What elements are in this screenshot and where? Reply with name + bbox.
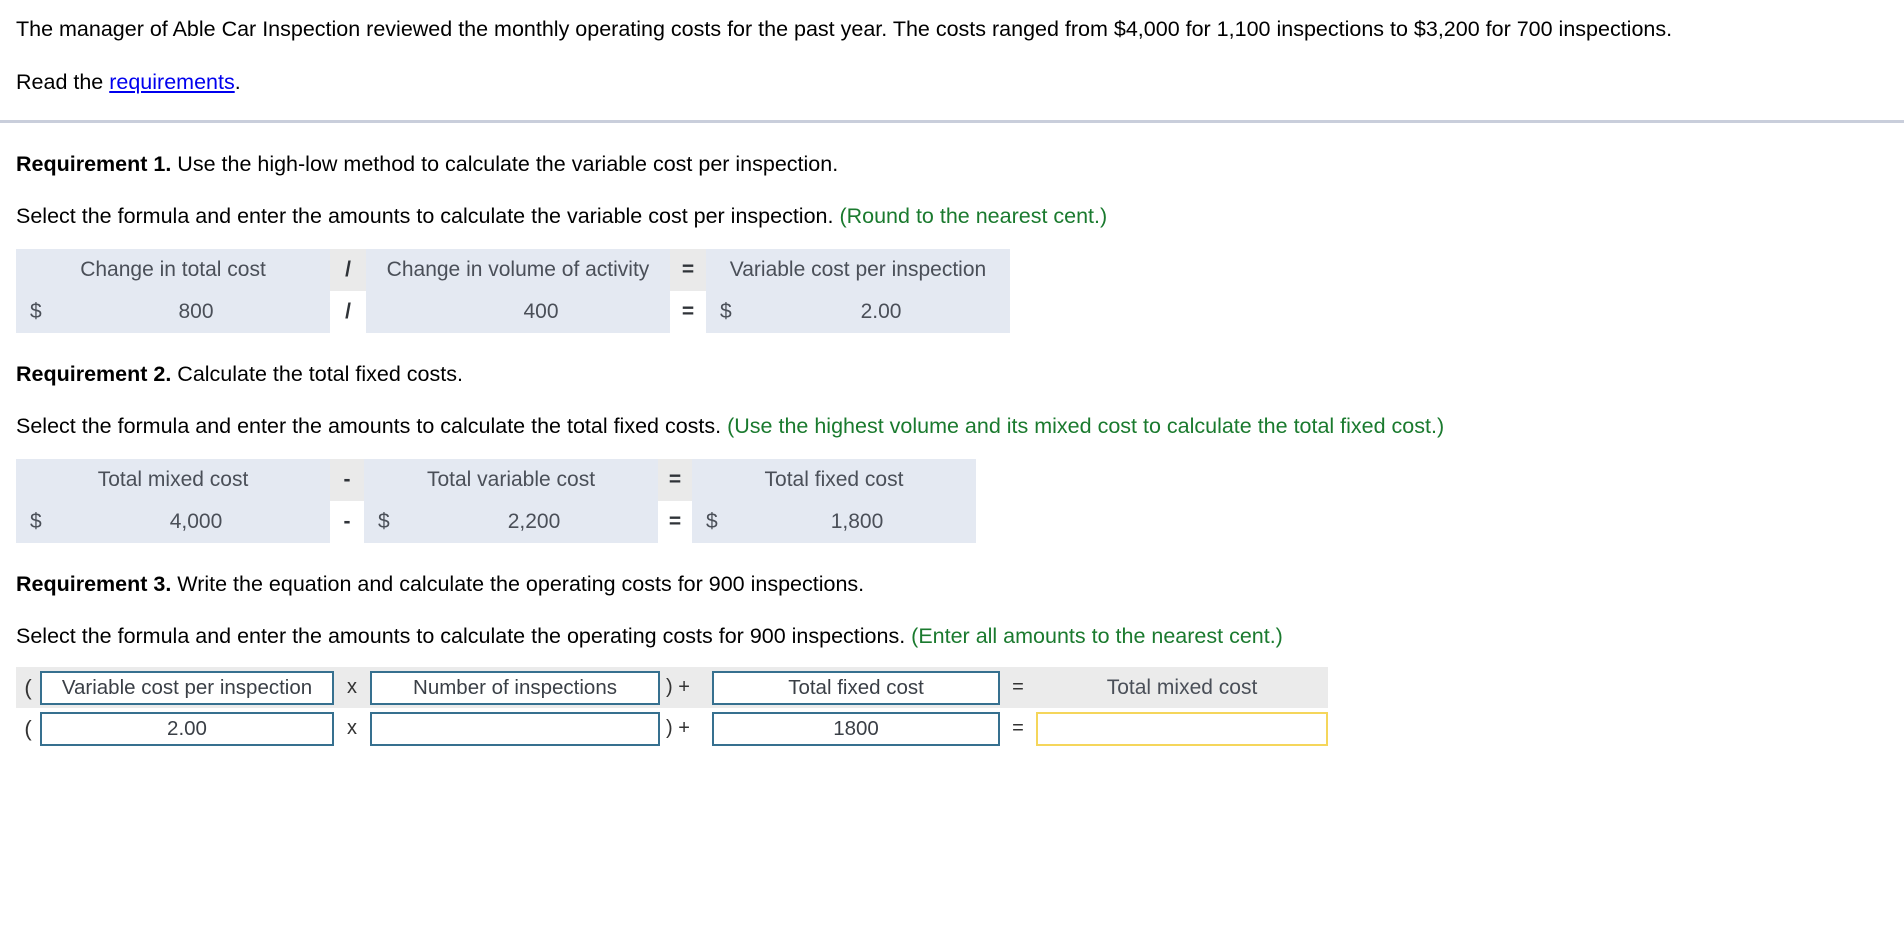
requirement-2-formula-table: Total mixed cost - Total variable cost =… — [16, 459, 976, 543]
open-paren-header: ( — [24, 674, 32, 700]
requirement-2-instruction: Select the formula and enter the amounts… — [16, 414, 728, 438]
value-variable-cost-per-inspection[interactable]: 2.00 — [752, 291, 1010, 333]
multiply-operator-value: x — [347, 717, 357, 739]
problem-statement: The manager of Able Car Inspection revie… — [16, 17, 1673, 41]
operator-minus: - — [330, 501, 364, 543]
header-total-fixed-cost[interactable]: Total fixed cost — [692, 459, 976, 501]
input-total-fixed-cost[interactable] — [712, 711, 1000, 746]
requirement-1-value-row: $ 800 / 400 = $ 2.00 — [16, 291, 1010, 333]
requirement-1-label: Requirement 1. — [16, 152, 172, 176]
operator-divide: / — [330, 291, 366, 333]
currency-symbol-right: $ — [706, 291, 752, 333]
requirement-2-text: Calculate the total fixed costs. — [171, 362, 463, 386]
requirement-1-heading: Requirement 1. Use the high-low method t… — [16, 123, 1888, 179]
value-total-variable-cost[interactable]: 2,200 — [410, 501, 658, 543]
operator-equals-header: = — [670, 249, 706, 291]
operator-minus-header: - — [330, 459, 364, 501]
equation-header-row: ( x ) + = Total mixed cost — [16, 667, 1328, 708]
requirement-3-equation-grid: ( x ) + = Total mixed cost ( x ) + = — [16, 667, 1328, 749]
open-paren-value: ( — [24, 715, 32, 741]
requirement-1-hint: (Round to the nearest cent.) — [839, 204, 1108, 228]
operator-equals-2: = — [658, 501, 692, 543]
value-total-mixed-cost[interactable]: 4,000 — [62, 501, 330, 543]
equals-operator-header: = — [1012, 676, 1024, 698]
intro-block: The manager of Able Car Inspection revie… — [0, 0, 1904, 98]
requirement-1-section: Requirement 1. Use the high-low method t… — [0, 123, 1904, 333]
requirement-1-text: Use the high-low method to calculate the… — [171, 152, 839, 176]
input-variable-cost-per-inspection[interactable] — [40, 711, 334, 746]
input-number-of-inspections[interactable] — [370, 711, 660, 746]
requirement-3-text: Write the equation and calculate the ope… — [171, 572, 865, 596]
requirement-3-instruction-line: Select the formula and enter the amounts… — [16, 599, 1888, 651]
requirement-1-instruction: Select the formula and enter the amounts… — [16, 204, 840, 228]
read-prefix: Read the — [16, 70, 110, 94]
close-paren-plus-value: ) + — [666, 717, 690, 739]
input-total-mixed-cost[interactable] — [1036, 711, 1328, 746]
header-variable-cost-field[interactable] — [40, 670, 334, 705]
read-requirements-line: Read the requirements. — [16, 67, 1884, 98]
requirement-2-label: Requirement 2. — [16, 362, 172, 386]
requirements-link[interactable]: requirements — [109, 70, 234, 94]
header-total-mixed-cost-label: Total mixed cost — [1106, 675, 1258, 699]
requirement-1-instruction-line: Select the formula and enter the amounts… — [16, 179, 1888, 231]
requirement-3-instruction: Select the formula and enter the amounts… — [16, 624, 912, 648]
requirement-1-header-row: Change in total cost / Change in volume … — [16, 249, 1010, 291]
currency-symbol-left: $ — [16, 291, 62, 333]
requirement-3-section: Requirement 3. Write the equation and ca… — [0, 543, 1904, 749]
header-change-in-volume[interactable]: Change in volume of activity — [366, 249, 670, 291]
operator-equals-header-2: = — [658, 459, 692, 501]
currency-blank-mid — [366, 291, 412, 333]
header-total-fixed-cost-field[interactable] — [712, 670, 1000, 705]
currency-symbol-mixed: $ — [16, 501, 62, 543]
header-total-mixed-cost[interactable]: Total mixed cost — [16, 459, 330, 501]
header-number-of-inspections-field[interactable] — [370, 670, 660, 705]
operator-equals: = — [670, 291, 706, 333]
read-suffix: . — [234, 70, 241, 94]
value-change-in-total-cost[interactable]: 800 — [62, 291, 330, 333]
header-variable-cost-per-inspection[interactable]: Variable cost per inspection — [706, 249, 1010, 291]
requirement-2-value-row: $ 4,000 - $ 2,200 = $ 1,800 — [16, 501, 976, 543]
currency-symbol-variable: $ — [364, 501, 410, 543]
requirement-3-heading: Requirement 3. Write the equation and ca… — [16, 543, 1888, 599]
currency-symbol-fixed: $ — [692, 501, 738, 543]
equals-operator-value: = — [1012, 717, 1024, 739]
requirement-2-instruction-line: Select the formula and enter the amounts… — [16, 389, 1888, 441]
requirement-2-section: Requirement 2. Calculate the total fixed… — [0, 333, 1904, 543]
header-total-variable-cost[interactable]: Total variable cost — [364, 459, 658, 501]
close-paren-plus-header: ) + — [666, 676, 690, 698]
header-change-in-total-cost[interactable]: Change in total cost — [16, 249, 330, 291]
question-page: The manager of Able Car Inspection revie… — [0, 0, 1904, 940]
equation-value-row: ( x ) + = — [16, 708, 1328, 749]
multiply-operator-header: x — [347, 676, 357, 698]
requirement-2-heading: Requirement 2. Calculate the total fixed… — [16, 333, 1888, 389]
requirement-3-hint: (Enter all amounts to the nearest cent.) — [911, 624, 1283, 648]
requirement-2-hint: (Use the highest volume and its mixed co… — [727, 414, 1445, 438]
requirement-3-label: Requirement 3. — [16, 572, 172, 596]
requirement-1-formula-table: Change in total cost / Change in volume … — [16, 249, 1010, 333]
requirement-2-header-row: Total mixed cost - Total variable cost =… — [16, 459, 976, 501]
value-total-fixed-cost[interactable]: 1,800 — [738, 501, 976, 543]
operator-divide-header: / — [330, 249, 366, 291]
value-change-in-volume[interactable]: 400 — [412, 291, 670, 333]
